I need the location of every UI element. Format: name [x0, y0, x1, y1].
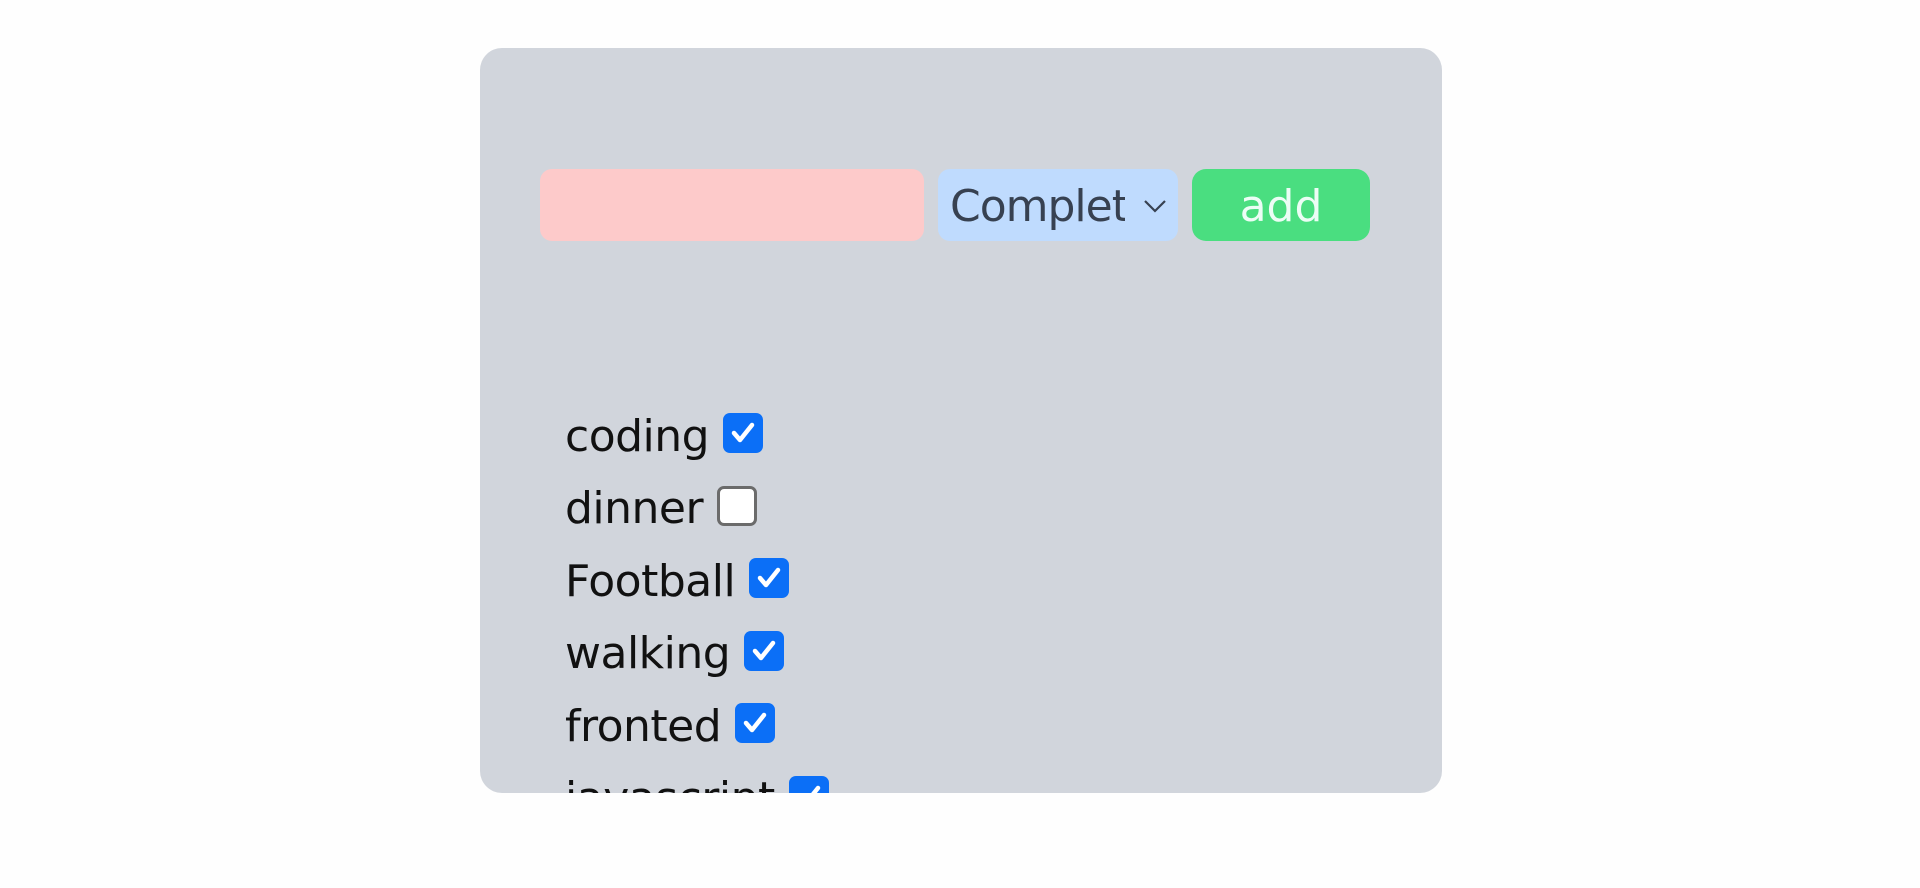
add-button[interactable]: add — [1192, 169, 1370, 241]
status-select[interactable]: Completed — [938, 169, 1178, 241]
checkmark-icon — [757, 568, 781, 588]
todo-item: Football — [565, 545, 829, 618]
todo-item: fronted — [565, 690, 829, 763]
checkmark-icon — [731, 423, 755, 443]
todo-label: fronted — [565, 700, 722, 752]
add-todo-form: Completed add — [540, 169, 1370, 241]
todo-item: coding — [565, 400, 829, 473]
checkmark-icon — [810, 785, 821, 793]
todo-card: Completed add coding dinner Football walkin… — [480, 48, 1442, 793]
todo-label: coding — [565, 410, 710, 462]
todo-item: walking — [565, 618, 829, 691]
todo-checkbox[interactable] — [723, 413, 764, 454]
task-input[interactable] — [540, 169, 924, 241]
todo-label: Football — [565, 555, 736, 607]
todo-label: dinner — [565, 483, 704, 535]
checkmark-icon — [743, 713, 767, 733]
todo-item: dinner — [565, 473, 829, 546]
checkmark-icon — [752, 640, 776, 660]
todo-checkbox[interactable] — [788, 775, 829, 793]
todo-item: javascript — [565, 763, 829, 793]
todo-list: coding dinner Football walking fronted javasc… — [565, 400, 829, 793]
todo-label: walking — [565, 628, 731, 680]
todo-checkbox[interactable] — [735, 703, 776, 744]
todo-checkbox[interactable] — [744, 630, 785, 671]
status-select-value: Completed — [950, 181, 1125, 232]
todo-checkbox[interactable] — [717, 485, 758, 526]
todo-label: javascript — [565, 773, 775, 793]
chevron-down-icon — [1144, 200, 1166, 213]
todo-checkbox[interactable] — [749, 558, 790, 599]
